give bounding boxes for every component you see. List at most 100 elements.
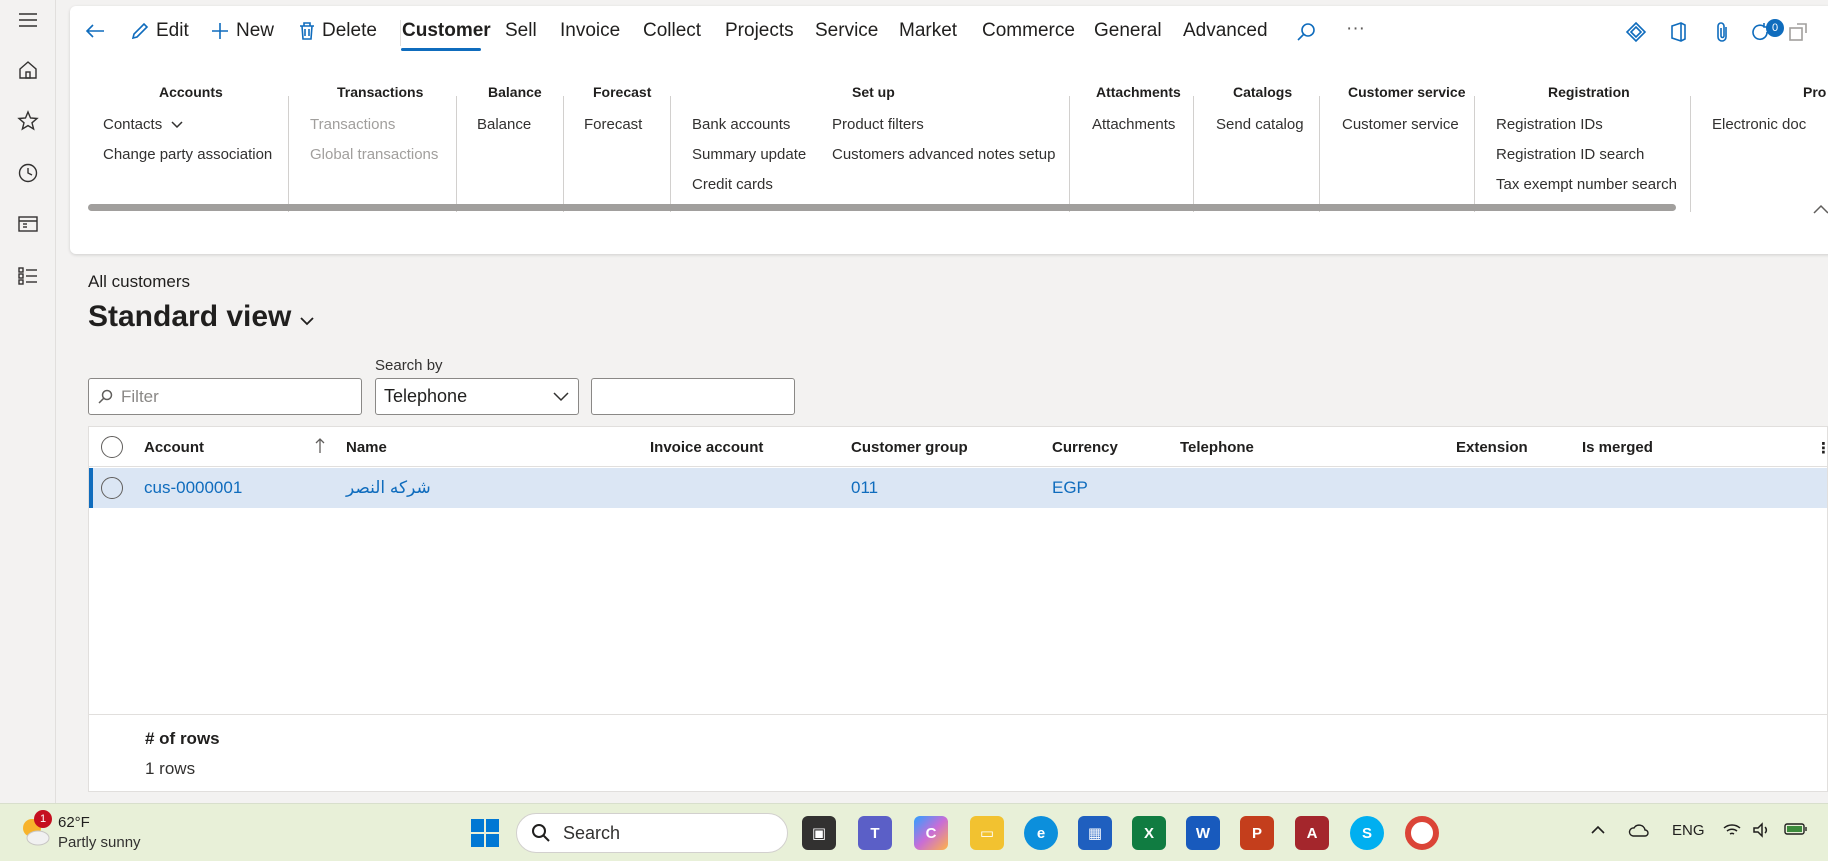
language-indicator[interactable]: ENG — [1672, 822, 1705, 839]
search-by-value: Telephone — [384, 386, 468, 406]
skype-icon[interactable]: S — [1350, 816, 1384, 850]
file-explorer-icon[interactable]: ▭ — [970, 816, 1004, 850]
tab-sell[interactable]: Sell — [505, 20, 537, 42]
toolbar-divider — [400, 20, 401, 46]
home-icon[interactable] — [12, 54, 44, 86]
collapse-ribbon-icon[interactable] — [1812, 202, 1828, 220]
new-button[interactable]: New — [210, 20, 274, 42]
column-header-account[interactable]: Account — [144, 439, 204, 456]
search-value-input[interactable] — [591, 378, 795, 415]
tab-projects[interactable]: Projects — [725, 20, 794, 42]
open-new-window-icon[interactable] — [1784, 18, 1812, 46]
refresh-icon[interactable] — [1746, 18, 1774, 46]
tab-customer[interactable]: Customer — [402, 20, 491, 42]
registration-id-search-button[interactable]: Registration ID search — [1496, 146, 1644, 163]
credit-cards-button[interactable]: Credit cards — [692, 176, 773, 193]
group-title-pro: Pro — [1803, 84, 1827, 100]
attachments-clip-icon[interactable] — [1708, 18, 1736, 46]
tab-general[interactable]: General — [1094, 20, 1162, 42]
recent-clock-icon[interactable] — [12, 157, 44, 189]
column-header-name[interactable]: Name — [346, 439, 387, 456]
powerpoint-icon[interactable]: P — [1240, 816, 1274, 850]
filter-input[interactable]: Filter — [88, 378, 362, 415]
column-header-customer-group[interactable]: Customer group — [851, 439, 968, 456]
onedrive-icon[interactable] — [1628, 822, 1650, 842]
column-header-telephone[interactable]: Telephone — [1180, 439, 1254, 456]
search-by-label: Search by — [375, 357, 443, 374]
start-button[interactable] — [468, 816, 502, 850]
group-divider — [670, 96, 671, 212]
column-header-extension[interactable]: Extension — [1456, 439, 1528, 456]
table-row[interactable]: cus-0000001 شركه النصر 011 EGP — [89, 468, 1827, 508]
ribbon-scrollbar[interactable] — [88, 204, 1676, 211]
chrome-icon[interactable] — [1405, 816, 1439, 850]
tab-advanced[interactable]: Advanced — [1183, 20, 1268, 42]
tab-invoice[interactable]: Invoice — [560, 20, 620, 42]
back-button[interactable] — [84, 20, 106, 42]
registration-ids-button[interactable]: Registration IDs — [1496, 116, 1603, 133]
customers-advanced-notes-setup-button[interactable]: Customers advanced notes setup — [832, 146, 1055, 163]
balance-button[interactable]: Balance — [477, 116, 531, 133]
contacts-menu[interactable]: Contacts — [103, 116, 184, 133]
group-divider — [288, 96, 289, 212]
volume-icon[interactable] — [1752, 822, 1772, 842]
filter-placeholder: Filter — [121, 386, 159, 406]
edge-browser-icon[interactable]: e — [1024, 816, 1058, 850]
wifi-icon[interactable] — [1722, 822, 1742, 842]
forecast-button[interactable]: Forecast — [584, 116, 642, 133]
excel-icon[interactable]: X — [1132, 816, 1166, 850]
group-title-attachments: Attachments — [1096, 84, 1181, 100]
workspaces-icon[interactable] — [12, 208, 44, 240]
office-icon[interactable] — [1664, 18, 1692, 46]
transactions-button[interactable]: Transactions — [310, 116, 395, 133]
group-title-balance: Balance — [488, 84, 542, 100]
customer-service-button[interactable]: Customer service — [1342, 116, 1459, 133]
summary-update-button[interactable]: Summary update — [692, 146, 806, 163]
send-catalog-button[interactable]: Send catalog — [1216, 116, 1304, 133]
cell-account[interactable]: cus-0000001 — [144, 478, 242, 498]
search-icon[interactable] — [1292, 18, 1320, 46]
view-selector[interactable]: Standard view — [88, 300, 315, 334]
column-header-invoice-account[interactable]: Invoice account — [650, 439, 763, 456]
access-icon[interactable]: A — [1295, 816, 1329, 850]
word-icon[interactable]: W — [1186, 816, 1220, 850]
battery-icon[interactable] — [1784, 822, 1808, 840]
group-divider — [1690, 96, 1691, 212]
copilot-icon[interactable]: C — [914, 816, 948, 850]
weather-widget[interactable]: 1 — [18, 810, 52, 853]
attachments-button[interactable]: Attachments — [1092, 116, 1175, 133]
show-hidden-icons-chevron-icon[interactable] — [1590, 822, 1606, 839]
tax-exempt-number-search-button[interactable]: Tax exempt number search — [1496, 176, 1677, 193]
tab-collect[interactable]: Collect — [643, 20, 701, 42]
edit-button[interactable]: Edit — [130, 20, 189, 42]
global-transactions-button[interactable]: Global transactions — [310, 146, 438, 163]
tab-market[interactable]: Market — [899, 20, 957, 42]
cell-currency: EGP — [1052, 478, 1088, 497]
column-header-is-merged[interactable]: Is merged — [1582, 439, 1653, 456]
delete-button[interactable]: Delete — [298, 20, 377, 42]
task-view-icon[interactable]: ▣ — [802, 816, 836, 850]
power-apps-icon[interactable] — [1622, 18, 1650, 46]
bank-accounts-button[interactable]: Bank accounts — [692, 116, 790, 133]
column-header-currency[interactable]: Currency — [1052, 439, 1118, 456]
taskbar-search[interactable]: Search — [516, 813, 788, 853]
search-icon — [532, 824, 550, 842]
change-party-association-button[interactable]: Change party association — [103, 146, 272, 163]
sort-ascending-icon[interactable] — [315, 437, 325, 455]
tab-commerce[interactable]: Commerce — [982, 20, 1075, 42]
select-all-checkbox[interactable] — [101, 436, 123, 458]
teams-icon[interactable]: T — [858, 816, 892, 850]
favorites-star-icon[interactable] — [12, 105, 44, 137]
hamburger-menu-icon[interactable] — [12, 4, 44, 36]
microsoft-store-icon[interactable]: ▦ — [1078, 816, 1112, 850]
row-select-checkbox[interactable] — [101, 477, 123, 499]
electronic-doc-button[interactable]: Electronic doc — [1712, 116, 1806, 133]
group-title-forecast: Forecast — [593, 84, 652, 100]
search-by-select[interactable]: Telephone — [375, 378, 579, 415]
more-options-button[interactable]: ··· — [1346, 18, 1365, 40]
tab-service[interactable]: Service — [815, 20, 878, 42]
modules-list-icon[interactable] — [12, 260, 44, 292]
cell-name: شركه النصر — [346, 478, 431, 497]
column-options-icon[interactable]: ⋮ — [1816, 439, 1828, 457]
product-filters-button[interactable]: Product filters — [832, 116, 924, 133]
